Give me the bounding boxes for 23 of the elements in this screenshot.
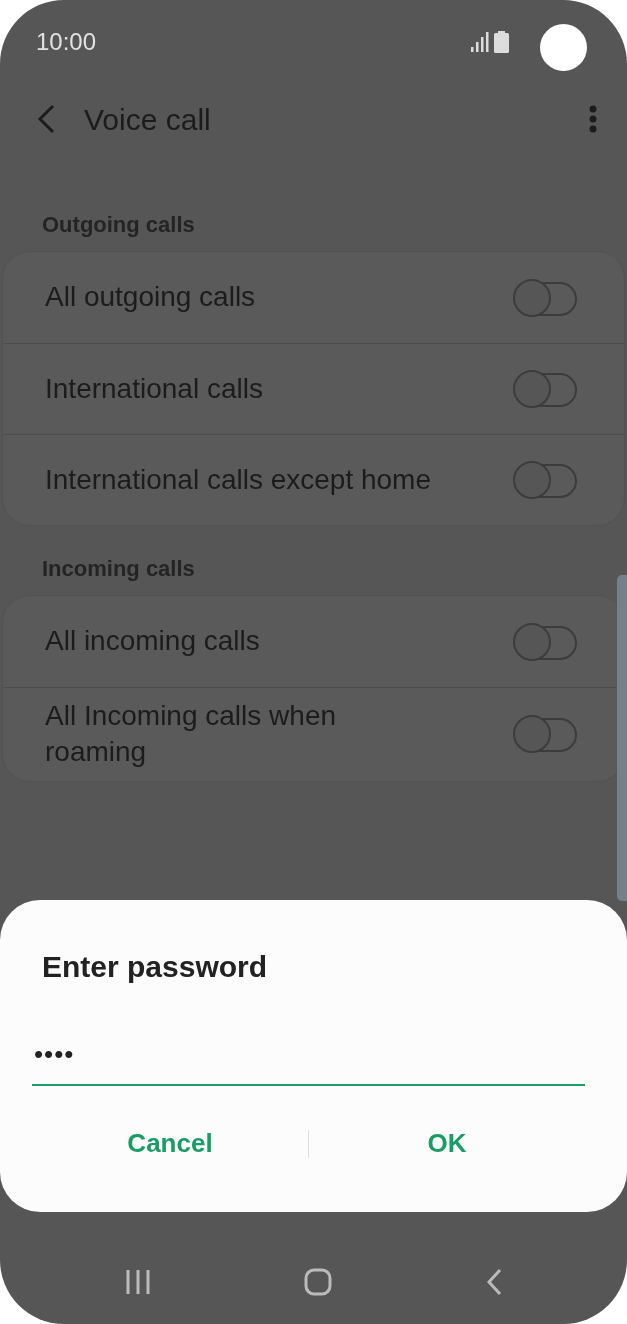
back-icon[interactable] <box>486 1268 503 1296</box>
setting-label: All Incoming calls when roaming <box>45 699 338 770</box>
password-field[interactable]: •••• <box>32 1035 585 1086</box>
toggle-switch[interactable] <box>513 461 578 499</box>
dialog-button[interactable]: Cancel <box>32 1114 308 1173</box>
dialog-button[interactable]: OK <box>309 1114 585 1173</box>
more-options-icon[interactable] <box>589 105 597 133</box>
setting-label: All incoming calls <box>45 624 260 659</box>
toggle-switch[interactable] <box>513 715 578 754</box>
clock-time: 10:00 <box>36 27 97 57</box>
recent-apps-icon[interactable] <box>124 1269 151 1295</box>
toggle-switch[interactable] <box>513 622 578 661</box>
battery-icon <box>494 31 509 53</box>
setting-label: All outgoing calls <box>45 280 256 315</box>
setting-label: International calls <box>45 371 263 406</box>
home-icon[interactable] <box>304 1268 333 1296</box>
toggle-switch[interactable] <box>513 370 578 408</box>
camera-cutout <box>540 24 587 71</box>
screen-title: Voice call <box>84 101 211 138</box>
signal-icon <box>471 32 490 52</box>
dialog-title: Enter password <box>41 949 269 985</box>
toggle-switch[interactable] <box>513 278 578 317</box>
setting-label: International calls except home <box>45 462 431 497</box>
